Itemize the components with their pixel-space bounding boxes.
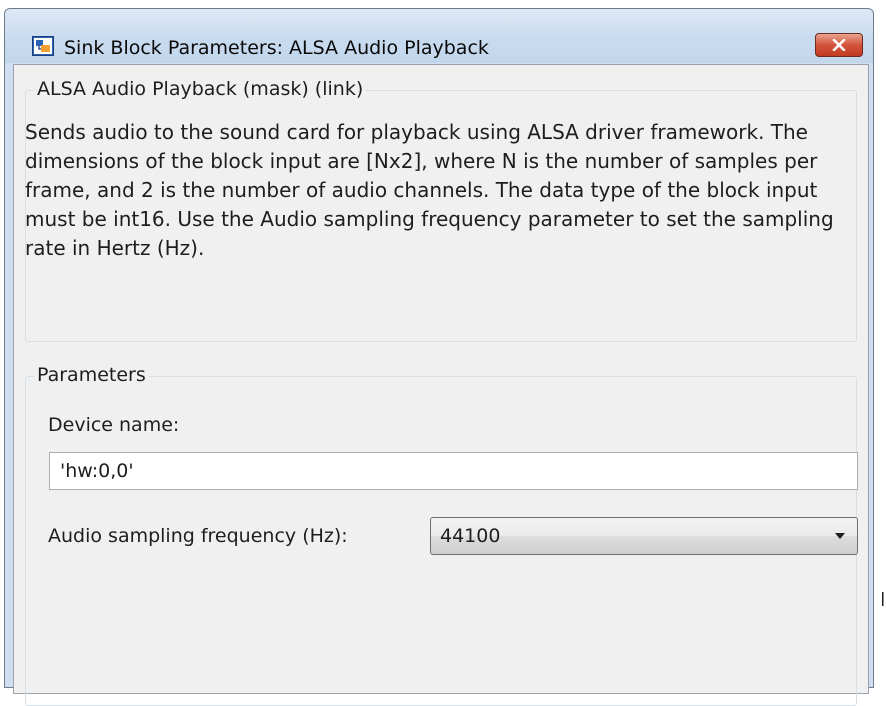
device-name-input[interactable]	[49, 452, 858, 490]
simulink-block-icon	[32, 36, 54, 56]
device-name-label: Device name:	[48, 414, 180, 436]
dialog-window: Sink Block Parameters: ALSA Audio Playba…	[4, 8, 874, 706]
sampling-frequency-value: 44100	[440, 525, 501, 547]
block-description: Sends audio to the sound card for playba…	[25, 120, 834, 260]
window-title: Sink Block Parameters: ALSA Audio Playba…	[64, 37, 489, 59]
title-bar[interactable]: Sink Block Parameters: ALSA Audio Playba…	[5, 9, 873, 63]
description-group-title: ALSA Audio Playback (mask) (link)	[34, 78, 367, 100]
sampling-frequency-select[interactable]: 44100	[430, 517, 858, 555]
divider	[882, 589, 886, 611]
close-button[interactable]	[815, 33, 863, 57]
sampling-frequency-label: Audio sampling frequency (Hz):	[48, 525, 348, 547]
close-icon	[832, 36, 846, 55]
parameters-group-title: Parameters	[34, 364, 149, 386]
dialog-content: ALSA Audio Playback (mask) (link) Sends …	[13, 64, 869, 706]
chevron-down-icon	[835, 533, 845, 539]
